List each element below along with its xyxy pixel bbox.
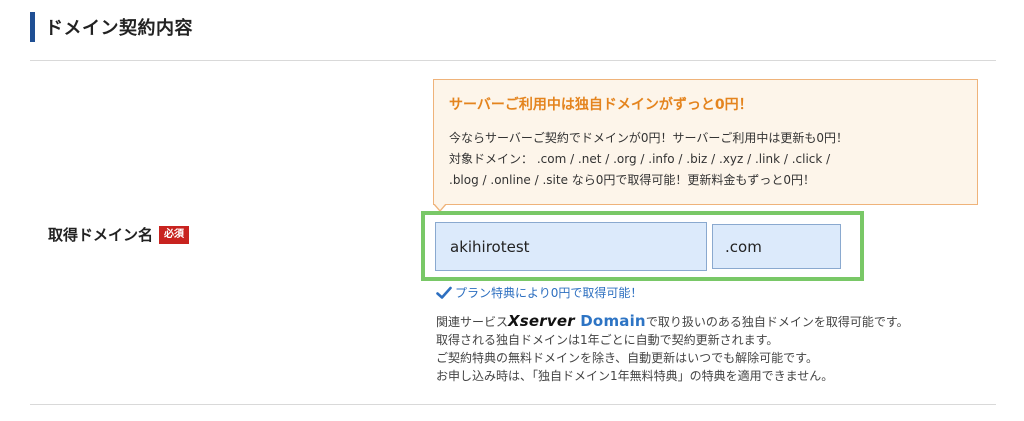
notes-block: 関連サービスXserver Domainで取り扱いのある独自ドメインを取得可能で… [436, 312, 996, 385]
check-icon [436, 286, 452, 299]
note-line-1-suffix: で取り扱いのある独自ドメインを取得可能です。 [645, 315, 909, 329]
brand-xserver: Xserver [508, 312, 575, 330]
tld-select[interactable]: .com [712, 224, 841, 269]
availability-message: プラン特典により0円で取得可能！ [436, 284, 642, 301]
bottom-divider [30, 404, 996, 405]
field-label-text: 取得ドメイン名 [48, 226, 154, 244]
note-line-1: 関連サービスXserver Domainで取り扱いのある独自ドメインを取得可能で… [436, 312, 996, 331]
top-divider [30, 60, 996, 61]
note-line-3: ご契約特典の無料ドメインを除き、自動更新はいつでも解除可能です。 [436, 351, 818, 365]
section-header: ドメイン契約内容 [30, 10, 193, 44]
domain-field-label: 取得ドメイン名 必須 [48, 224, 190, 245]
note-line-4: お申し込み時は、「独自ドメイン1年無料特典」の特典を適用できません。 [436, 369, 834, 383]
availability-text: プラン特典により0円で取得可能！ [455, 286, 643, 300]
required-badge: 必須 [159, 225, 190, 244]
section-accent-bar [30, 12, 35, 42]
promo-line-2: 対象ドメイン： .com / .net / .org / .info / .bi… [449, 152, 831, 166]
promo-line-1: 今ならサーバーご契約でドメインが0円！サーバーご利用中は更新も0円！ [449, 131, 849, 145]
brand-domain: Domain [580, 312, 646, 330]
promo-title: サーバーご利用中は独自ドメインがずっと0円！ [449, 97, 753, 113]
promo-line-3: .blog / .online / .site なら0円で取得可能！更新料金もず… [449, 173, 816, 187]
xserver-domain-logo: Xserver Domain [508, 312, 646, 330]
domain-name-input[interactable]: akihirotest [435, 222, 707, 271]
promo-callout-pointer-fill [434, 203, 446, 210]
section-title: ドメイン契約内容 [45, 18, 193, 39]
note-line-2: 取得される独自ドメインは1年ごとに自動で契約更新されます。 [436, 333, 779, 347]
promo-callout: サーバーご利用中は独自ドメインがずっと0円！ 今ならサーバーご契約でドメインが0… [433, 79, 978, 205]
note-line-1-prefix: 関連サービス [436, 315, 509, 329]
